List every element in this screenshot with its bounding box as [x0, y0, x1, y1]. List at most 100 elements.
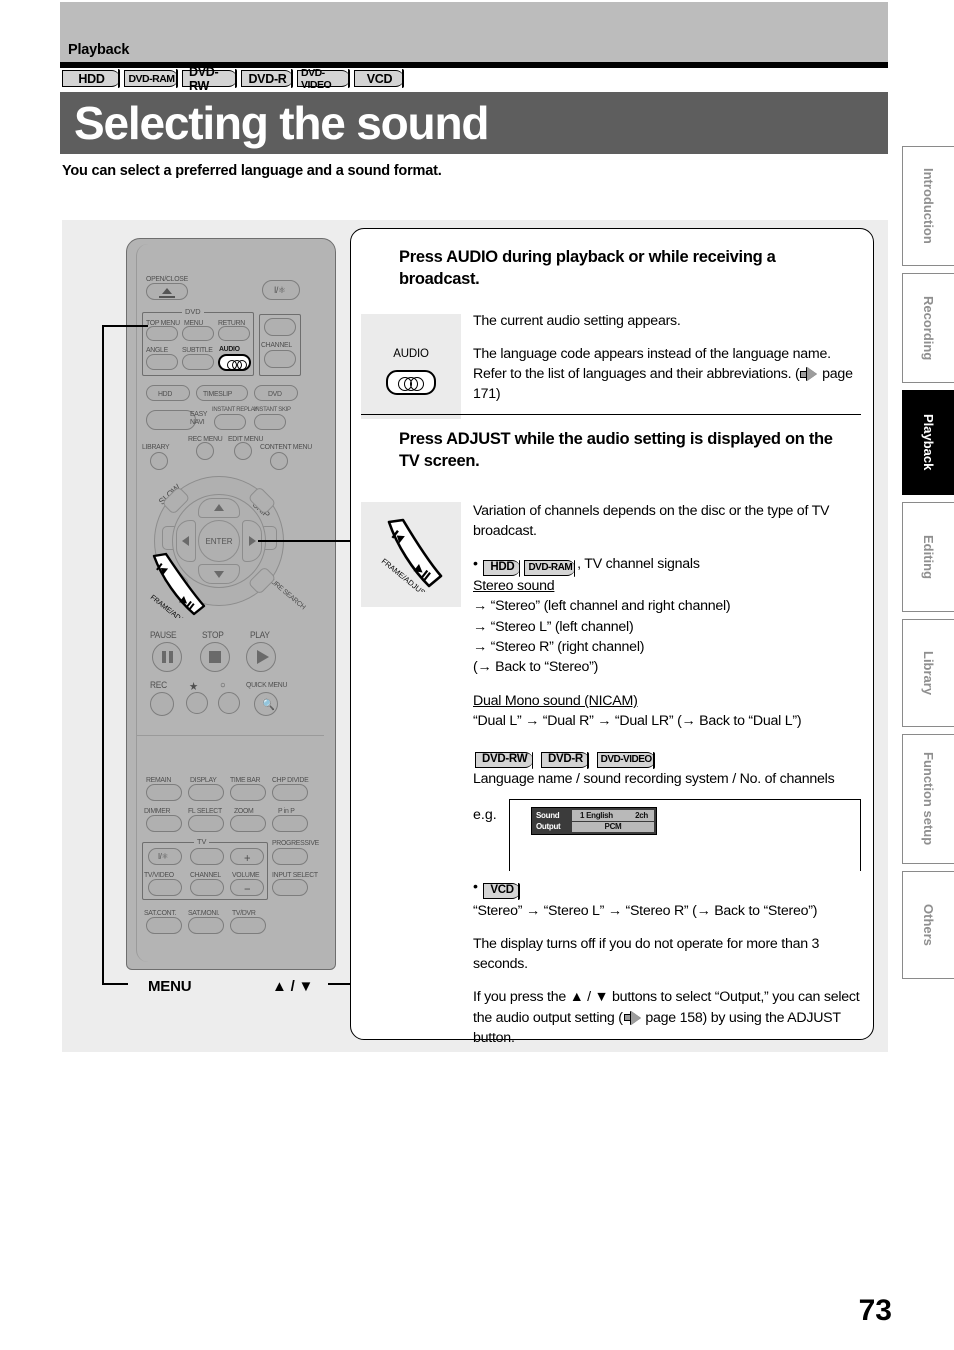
inline-badge-dvd-ram: DVD-RAM — [524, 559, 576, 577]
button-channel-up[interactable] — [264, 318, 296, 336]
label-content-menu: CONTENT MENU — [260, 442, 312, 451]
button-progressive[interactable] — [272, 848, 308, 865]
button-frame-adjust-highlighted[interactable]: FRAME/ADJUST — [144, 552, 208, 618]
button-channel-down[interactable] — [264, 350, 296, 368]
step2-para1: Variation of channels depends on the dis… — [473, 503, 830, 540]
button-instant-replay[interactable] — [214, 414, 246, 430]
button-p-in-p[interactable] — [272, 815, 308, 832]
tab-playback[interactable]: Playback — [902, 390, 954, 495]
label-timeslip: TIMESLIP — [203, 389, 233, 398]
button-tv-channel-up[interactable] — [190, 848, 224, 865]
tab-function-setup-label: Function setup — [921, 752, 936, 846]
vcd-line: “Stereo” → “Stereo L” → “Stereo R” (→ Ba… — [473, 903, 818, 919]
tab-function-setup[interactable]: Function setup — [902, 734, 954, 864]
button-rec[interactable] — [150, 692, 174, 716]
button-tv-dvr[interactable] — [230, 917, 266, 934]
label-sat-cont: SAT.CONT. — [144, 908, 177, 917]
disc-badge-dvd-ram: DVD-RAM — [124, 69, 178, 88]
step1-para2-text: The language code appears instead of the… — [473, 346, 831, 383]
button-top-menu[interactable] — [146, 326, 178, 341]
label-tv-video: TV/VIDEO — [144, 870, 174, 879]
button-rec-menu[interactable] — [196, 442, 214, 460]
button-display[interactable] — [188, 784, 224, 801]
page-ref-arrow-icon-2 — [623, 1011, 641, 1025]
tab-library-label: Library — [921, 650, 936, 696]
label-dvd: DVD — [268, 389, 282, 398]
button-content-menu[interactable] — [270, 452, 288, 470]
circle-icon: ○ — [220, 680, 226, 691]
label-play: PLAY — [250, 630, 270, 640]
label-zoom: ZOOM — [234, 806, 254, 815]
instructions-card: Press AUDIO during playback or while rec… — [350, 228, 874, 1046]
page-number: 73 — [858, 1294, 892, 1327]
button-sat-cont[interactable] — [146, 917, 182, 934]
button-enter-label: ENTER — [205, 536, 233, 546]
label-easy-navi: EASY NAVI — [190, 409, 208, 426]
tab-others[interactable]: Others — [902, 871, 954, 979]
plus-icon: + — [244, 851, 251, 865]
tab-editing[interactable]: Editing — [902, 502, 954, 612]
step2-tail: • VCD “Stereo” → “Stereo L” → “Stereo R”… — [473, 877, 873, 1048]
label-open-close: OPEN/CLOSE — [146, 274, 188, 283]
stereo-line-4: (→ Back to “Stereo”) — [473, 658, 599, 675]
tab-introduction[interactable]: Introduction — [902, 146, 954, 266]
button-remain[interactable] — [146, 784, 182, 801]
step1-heading: Press AUDIO during playback or while rec… — [399, 248, 776, 288]
button-star[interactable] — [186, 692, 208, 714]
osd-value-output: PCM — [572, 821, 654, 832]
step2-disc-badges: DVD-RW DVD-R DVD-VIDEO — [473, 746, 865, 769]
button-audio-highlighted[interactable] — [218, 354, 251, 371]
button-sat-moni[interactable] — [188, 917, 224, 934]
button-edit-menu[interactable] — [234, 442, 252, 460]
osd-row-sound: Sound 1 English 2ch — [534, 810, 654, 821]
stereo-heading: Stereo sound — [473, 578, 555, 595]
button-fl-select[interactable] — [188, 815, 224, 832]
button-subtitle[interactable] — [182, 354, 214, 370]
section-name: Playback — [68, 42, 130, 58]
label-angle: ANGLE — [146, 345, 168, 354]
remote-divider — [136, 735, 324, 737]
button-menu[interactable] — [182, 326, 214, 341]
button-return[interactable] — [218, 326, 250, 341]
header-rule — [60, 62, 888, 68]
output-para: If you press the ▲ / ▼ buttons to select… — [473, 987, 873, 1047]
tab-recording-label: Recording — [921, 295, 936, 361]
stereo-line-1: → “Stereo” (left channel and right chann… — [473, 598, 731, 615]
button-input-select[interactable] — [272, 879, 308, 896]
button-dimmer[interactable] — [146, 815, 182, 832]
step1-para2: The language code appears instead of the… — [473, 344, 863, 404]
left-arrow-icon — [182, 536, 189, 546]
search-icon: 🔍 — [262, 699, 275, 711]
tab-library[interactable]: Library — [902, 619, 954, 727]
step1-para1: The current audio setting appears. — [473, 313, 681, 329]
button-time-bar[interactable] — [230, 784, 266, 801]
button-zoom[interactable] — [230, 815, 266, 832]
content-panel: OPEN/CLOSE I/⚛ DVD TOP MENU MENU RETURN … — [62, 220, 888, 1052]
step2-disc-text: Language name / sound recording system /… — [473, 771, 835, 788]
power-icon: I/⚛ — [274, 285, 286, 295]
inline-badge-hdd: HDD — [483, 559, 521, 577]
dual-mono-heading: Dual Mono sound (NICAM) — [473, 693, 638, 710]
page-title: Selecting the sound — [74, 97, 489, 149]
remote-callout-footer: MENU ▲ / ▼ — [120, 976, 368, 1010]
button-library[interactable] — [150, 452, 168, 470]
osd-example-label: e.g. — [473, 807, 497, 823]
button-tv-video[interactable] — [148, 879, 182, 896]
tab-recording[interactable]: Recording — [902, 273, 954, 383]
button-tv-channel-down[interactable] — [190, 879, 224, 896]
button-angle[interactable] — [146, 354, 178, 370]
label-stop: STOP — [202, 630, 224, 640]
step1-body: The current audio setting appears. The l… — [473, 311, 863, 418]
button-chp-divide[interactable] — [272, 784, 308, 801]
label-chp-divide: CHP DIVIDE — [272, 775, 309, 784]
osd-sound-language: 1 English — [580, 810, 613, 820]
down-arrow-icon — [214, 571, 224, 578]
callout-line-audio-vertical — [102, 325, 104, 985]
button-pause[interactable] — [152, 642, 182, 672]
button-circle[interactable] — [218, 692, 240, 714]
pause-icon-bar1 — [162, 651, 166, 663]
button-easy-navi[interactable] — [146, 410, 196, 430]
step2-bullet1-tail: , TV channel signals — [577, 556, 700, 573]
button-instant-skip[interactable] — [254, 414, 286, 430]
inline-badge-vcd: VCD — [483, 882, 521, 900]
